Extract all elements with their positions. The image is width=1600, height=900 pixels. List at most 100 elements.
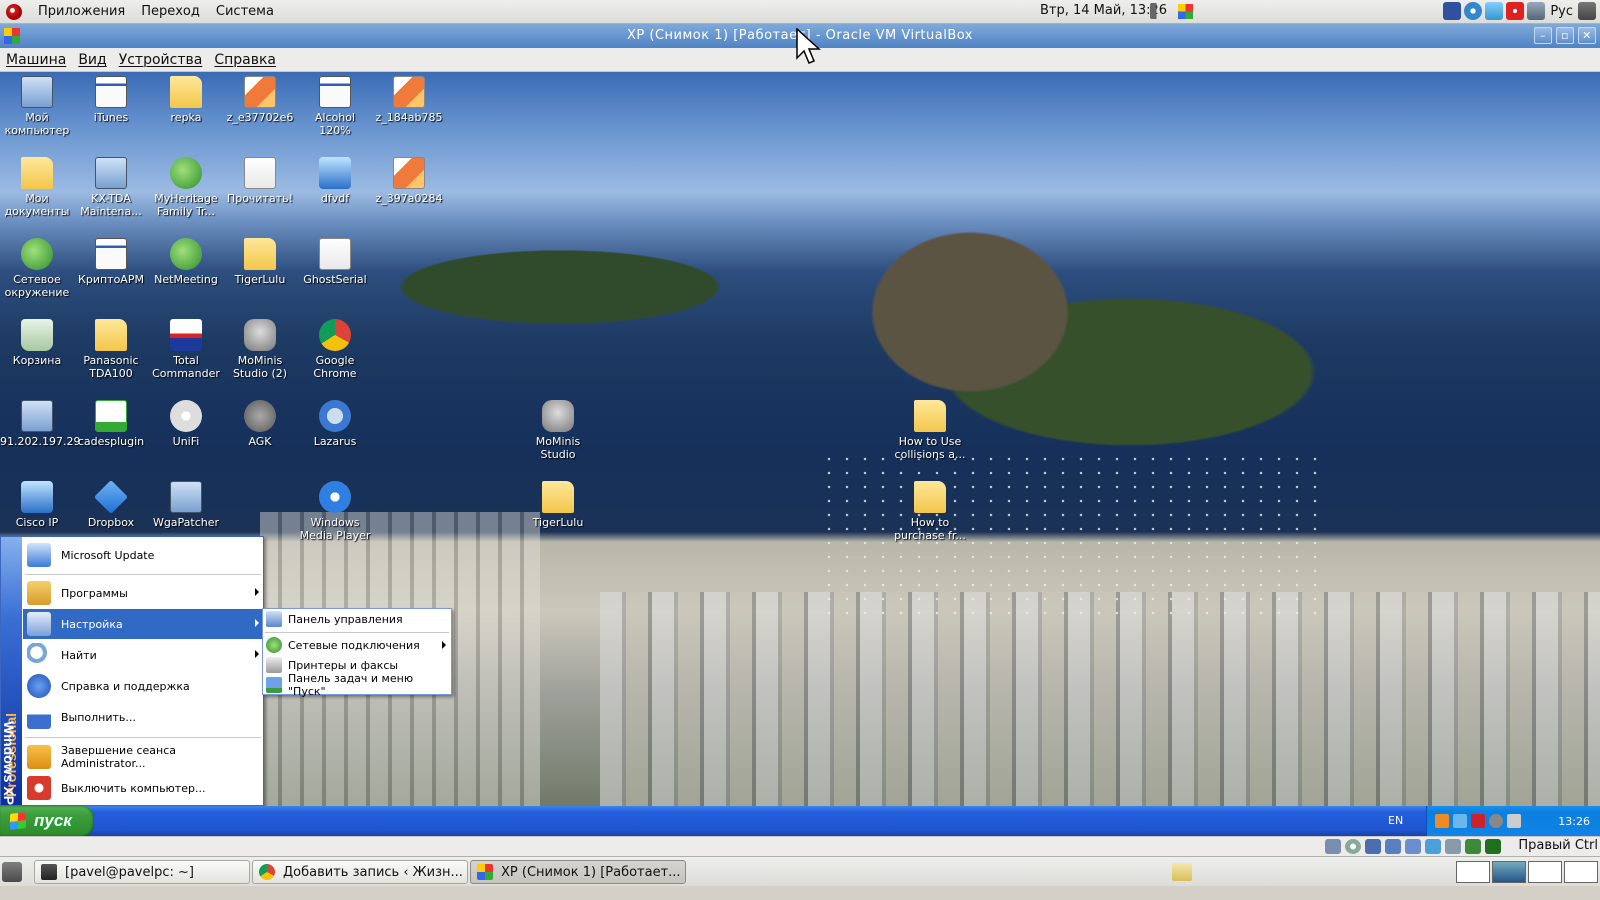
desktop-icon-remote-host[interactable]: 91.202.197.29 (0, 400, 80, 448)
desktop-icon-wgapatcher[interactable]: WgaPatcher (149, 481, 223, 529)
desktop-icon-mominis[interactable]: MoMinis Studio (521, 400, 595, 461)
mominis-icon (244, 319, 276, 351)
menu-item-search[interactable]: Найти (23, 640, 263, 670)
shared-folders-icon[interactable] (1425, 839, 1441, 854)
virtualization-icon[interactable] (1465, 839, 1481, 854)
display-icon[interactable] (1527, 2, 1546, 20)
volume-icon[interactable] (1150, 3, 1166, 19)
desktop-icon-agk[interactable]: AGK (223, 400, 297, 448)
workspace-1[interactable] (1456, 861, 1490, 883)
workspace-3[interactable] (1528, 861, 1562, 883)
desktop-icon-myheritage[interactable]: MyHeritage Family Tr... (149, 157, 223, 218)
menu-system[interactable]: Система (216, 4, 274, 19)
alert-icon[interactable] (1506, 2, 1525, 20)
menu-item-settings[interactable]: Настройка (23, 609, 263, 639)
task-virtualbox[interactable]: XP (Снимок 1) [Работает... (470, 860, 686, 884)
desktop-icon-alcohol[interactable]: Alcohol 120% (298, 76, 372, 137)
desktop-icon-my-documents[interactable]: Мои документы (0, 157, 74, 218)
desktop-icon-lazarus[interactable]: Lazarus (298, 400, 372, 448)
lazarus-icon (319, 400, 351, 432)
menu-machine[interactable]: Машина (6, 52, 66, 68)
network-adapter-icon[interactable] (1405, 839, 1421, 854)
monitor-icon[interactable] (1578, 2, 1596, 20)
menu-item-run[interactable]: Выполнить... (23, 702, 263, 732)
folder-icon (170, 76, 202, 108)
show-desktop-icon[interactable] (2, 862, 22, 882)
desktop-icon-my-computer[interactable]: Мой компьютер (0, 76, 74, 137)
tray-utility-icon[interactable] (1507, 814, 1521, 828)
skype-icon[interactable] (1485, 2, 1504, 20)
gnome-foot-icon[interactable] (6, 3, 22, 20)
workspace-4[interactable] (1564, 861, 1598, 883)
submenu-item-control-panel[interactable]: Панель управления (263, 609, 451, 629)
desktop-icon-tigerlulu[interactable]: TigerLulu (521, 481, 595, 529)
desktop-icon-repka[interactable]: repka (149, 76, 223, 124)
workspace-2[interactable] (1492, 861, 1526, 883)
desktop-icon-chrome[interactable]: Google Chrome (298, 319, 372, 380)
close-button[interactable]: ✕ (1578, 27, 1596, 44)
desktop-icon-itunes[interactable]: iTunes (74, 76, 148, 124)
menu-places[interactable]: Переход (141, 4, 200, 19)
desktop-icon-z-e37702e6[interactable]: z_e37702e6 (223, 76, 297, 124)
desktop-icon-media-player[interactable]: Windows Media Player (298, 481, 372, 542)
desktop-icon-kx-tda[interactable]: KX-TDA Maintena... (74, 157, 148, 218)
menu-item-logoff[interactable]: Завершение сеанса Administrator... (23, 742, 263, 772)
desktop-icon-cisco[interactable]: Cisco IP (0, 481, 74, 529)
menu-item-shutdown[interactable]: Выключить компьютер... (23, 773, 263, 803)
network-icon[interactable] (1464, 2, 1483, 20)
desktop-icon-recycle-bin[interactable]: Корзина (0, 319, 74, 367)
icon-label: Total Commander (152, 354, 220, 380)
submenu-item-network-connections[interactable]: Сетевые подключения (263, 635, 451, 655)
clock[interactable]: Втр, 14 Май, 13:26 (1040, 3, 1167, 18)
optical-drive-icon[interactable] (1345, 839, 1361, 854)
tray-network-icon[interactable] (1453, 814, 1467, 828)
desktop-icon-how-to-use[interactable]: How to Use collisions a... (893, 400, 967, 461)
desktop-icon-dfvdf[interactable]: dfvdf (298, 157, 372, 205)
desktop-icon-z-184ab785[interactable]: z_184ab785 (372, 76, 446, 124)
desktop-icon-panasonic[interactable]: Panasonic TDA100 (74, 319, 148, 380)
screenshot-icon[interactable] (1443, 2, 1462, 20)
desktop-icon-z-397a0284[interactable]: z_397a0284 (372, 157, 446, 205)
minimize-button[interactable]: – (1534, 27, 1552, 44)
desktop-icon-how-to-purchase[interactable]: How to purchase fr... (893, 481, 967, 542)
start-button[interactable]: пуск (0, 806, 94, 836)
update-notifier-icon[interactable] (1178, 4, 1193, 19)
menu-applications[interactable]: Приложения (38, 4, 125, 19)
language-indicator[interactable]: EN (1388, 806, 1403, 836)
desktop-icon-ghostserial[interactable]: GhostSerial (298, 238, 372, 286)
menu-item-help[interactable]: Справка и поддержка (23, 671, 263, 701)
desktop-icon-cadesplugin[interactable]: cadesplugin (74, 400, 148, 448)
menu-help[interactable]: Справка (214, 52, 276, 68)
menu-devices[interactable]: Устройства (119, 52, 203, 68)
submenu-item-taskbar[interactable]: Панель задач и меню "Пуск" (263, 672, 451, 698)
usb-icon[interactable] (1385, 839, 1401, 854)
desktop-icon-network-places[interactable]: Сетевое окружение (0, 238, 74, 299)
menu-item-programs[interactable]: Программы (23, 578, 263, 608)
desktop-icon-tigerlulu-zip[interactable]: TigerLulu (223, 238, 297, 286)
desktop-icon-dropbox[interactable]: Dropbox (74, 480, 148, 529)
tray-volume-icon[interactable] (1489, 814, 1503, 828)
capture-icon[interactable] (1445, 839, 1461, 854)
xp-clock[interactable]: 13:26 (1558, 815, 1590, 828)
tray-keyboard-icon[interactable] (1471, 814, 1485, 828)
maximize-button[interactable]: ▫ (1556, 27, 1574, 44)
desktop-icon-readme[interactable]: Прочитать! (223, 157, 297, 205)
menu-view[interactable]: Вид (78, 52, 106, 68)
floppy-icon[interactable] (1365, 839, 1381, 854)
notification-icon[interactable] (1172, 863, 1192, 881)
desktop-icon-cryptoarm[interactable]: КриптоАРМ (74, 238, 148, 286)
desktop-icon-netmeeting[interactable]: NetMeeting (149, 238, 223, 286)
desktop-icon-mominis-2[interactable]: MoMinis Studio (2) (223, 319, 297, 380)
task-terminal[interactable]: [pavel@pavelpc: ~] (34, 860, 250, 884)
icon-label: z_e37702e6 (226, 111, 294, 124)
hard-disk-icon[interactable] (1325, 839, 1341, 854)
keyboard-layout[interactable]: Рус (1550, 4, 1573, 19)
tray-app-icon[interactable] (1435, 814, 1449, 828)
task-chrome[interactable]: Добавить запись ‹ Жизн... (252, 860, 468, 884)
xp-window-icon[interactable] (4, 28, 20, 44)
desktop-icon-total-commander[interactable]: Total Commander (149, 319, 223, 380)
menu-item-microsoft-update[interactable]: Microsoft Update (23, 539, 263, 571)
mouse-integration-icon[interactable] (1485, 839, 1501, 854)
desktop-icon-unifi[interactable]: UniFi (149, 400, 223, 448)
host-key-label[interactable]: Правый Ctrl (1518, 838, 1598, 853)
